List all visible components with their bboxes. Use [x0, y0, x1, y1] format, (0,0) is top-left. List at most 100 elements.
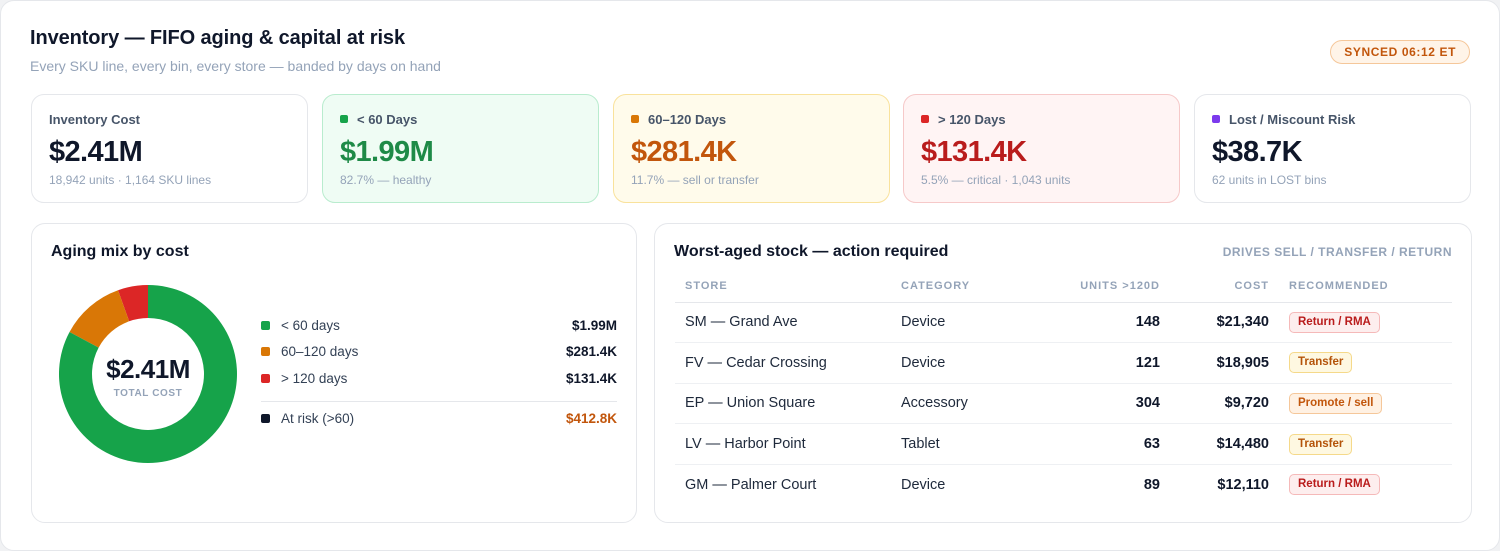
table-row[interactable]: LV — Harbor Point Tablet 63 $14,480 Tran…: [675, 423, 1452, 465]
kpi-value: $2.41M: [49, 136, 143, 168]
cost-cell: $12,110: [1217, 476, 1269, 493]
sync-status-badge: SYNCED 06:12 ET: [1330, 40, 1470, 64]
column-header-units[interactable]: UNITS >120D: [1041, 270, 1170, 303]
category-cell: Device: [891, 342, 1041, 384]
recommended-cell: Return / RMA: [1279, 464, 1452, 505]
worst-aged-stock-table: STORE CATEGORY UNITS >120D COST RECOMMEN…: [675, 270, 1452, 505]
legend-value: $412.8K: [565, 411, 617, 427]
table-header-row: STORE CATEGORY UNITS >120D COST RECOMMEN…: [675, 270, 1452, 303]
kpi-label-row: > 120 Days: [921, 111, 1162, 127]
action-badge-promote[interactable]: Promote / sell: [1289, 392, 1383, 414]
legend-swatch-icon: [261, 373, 270, 383]
cost-cell: $18,905: [1170, 342, 1279, 384]
kpi-subtext: 11.7% — sell or transfer: [631, 173, 759, 187]
units-cell: 304: [1041, 383, 1170, 425]
kpi-label: > 120 Days: [938, 111, 1006, 127]
units-cell: 63: [1041, 423, 1170, 465]
kpi-value: $281.4K: [631, 136, 737, 168]
store-cell: EP — Union Square: [675, 383, 891, 425]
legend-item: > 120 days $131.4K: [261, 365, 617, 392]
kpi-under-60-days[interactable]: < 60 Days $1.99M 82.7% — healthy: [322, 94, 599, 203]
page-subtitle: Every SKU line, every bin, every store —…: [30, 58, 441, 74]
legend-swatch-icon: [261, 414, 270, 424]
donut-total-label: TOTAL COST: [113, 387, 183, 399]
legend-at-risk: At risk (>60) $412.8K: [261, 406, 617, 433]
units-cell: 148: [1041, 302, 1170, 344]
kpi-label-row: Lost / Miscount Risk: [1212, 111, 1453, 127]
action-badge-return[interactable]: Return / RMA: [1289, 311, 1380, 333]
action-badge-transfer[interactable]: Transfer: [1289, 433, 1353, 455]
kpi-subtext: 82.7% — healthy: [340, 173, 432, 187]
cost-cell: $9,720: [1170, 383, 1279, 425]
legend-label: < 60 days: [281, 317, 340, 333]
dashboard-frame: Inventory — FIFO aging & capital at risk…: [0, 0, 1500, 551]
legend-label: 60–120 days: [281, 344, 359, 360]
kpi-row: Inventory Cost $2.41M 18,942 units · 1,1…: [31, 94, 1471, 203]
store-cell: FV — Cedar Crossing: [675, 342, 891, 384]
kpi-60-120-days[interactable]: 60–120 Days $281.4K 11.7% — sell or tran…: [613, 94, 890, 203]
donut-total-value: $2.41M: [106, 353, 190, 384]
recommended-cell: Return / RMA: [1279, 302, 1452, 344]
category-cell: Device: [901, 476, 946, 493]
page-header: Inventory — FIFO aging & capital at risk…: [30, 27, 1470, 77]
legend-value: $281.4K: [565, 344, 617, 360]
legend-item: < 60 days $1.99M: [261, 312, 617, 339]
page-title: Inventory — FIFO aging & capital at risk: [30, 27, 405, 49]
kpi-value: $38.7K: [1212, 136, 1303, 168]
units-cell: 121: [1041, 342, 1170, 384]
kpi-over-120-days[interactable]: > 120 Days $131.4K 5.5% — critical · 1,0…: [903, 94, 1180, 203]
cost-cell: $21,340: [1170, 302, 1279, 344]
table-row[interactable]: GM — Palmer Court Device 89 $12,110 Retu…: [675, 464, 1452, 505]
store-cell: LV — Harbor Point: [675, 423, 891, 465]
recommended-cell: Promote / sell: [1279, 383, 1452, 425]
recommended-cell: Transfer: [1279, 342, 1452, 384]
worst-aged-stock-panel: Worst-aged stock — action required DRIVE…: [654, 223, 1472, 523]
donut-center: $2.41M TOTAL COST: [58, 284, 238, 464]
kpi-subtext: 18,942 units · 1,164 SKU lines: [49, 173, 212, 187]
legend-value: $131.4K: [565, 370, 617, 386]
legend-label: At risk (>60): [281, 411, 355, 427]
green-dot-icon: [340, 115, 348, 123]
stock-panel-title: Worst-aged stock — action required: [674, 243, 949, 260]
table-row[interactable]: FV — Cedar Crossing Device 121 $18,905 T…: [675, 342, 1452, 384]
units-cell: 89: [1143, 476, 1160, 493]
legend-label: > 120 days: [281, 370, 348, 386]
action-badge-transfer[interactable]: Transfer: [1289, 352, 1353, 374]
legend-swatch-icon: [261, 347, 270, 357]
category-cell: Accessory: [891, 383, 1041, 425]
aging-mix-panel: Aging mix by cost $2.41M TOTAL COST < 60…: [31, 223, 637, 523]
kpi-value: $1.99M: [340, 136, 434, 168]
cost-cell: $14,480: [1170, 423, 1279, 465]
kpi-subtext: 5.5% — critical · 1,043 units: [921, 173, 1071, 187]
kpi-label: 60–120 Days: [648, 111, 727, 127]
store-cell: SM — Grand Ave: [675, 302, 891, 344]
column-header-category[interactable]: CATEGORY: [891, 270, 1041, 303]
aging-panel-title: Aging mix by cost: [51, 243, 189, 260]
stock-panel-tag: DRIVES SELL / TRANSFER / RETURN: [1222, 245, 1452, 259]
column-header-store[interactable]: STORE: [675, 270, 891, 303]
kpi-inventory-cost[interactable]: Inventory Cost $2.41M 18,942 units · 1,1…: [31, 94, 308, 203]
column-header-recommended[interactable]: RECOMMENDED: [1279, 270, 1452, 303]
legend-divider: [261, 400, 617, 402]
kpi-subtext: 62 units in LOST bins: [1212, 173, 1327, 187]
amber-dot-icon: [631, 115, 639, 123]
recommended-cell: Transfer: [1279, 423, 1452, 465]
kpi-label: Inventory Cost: [49, 111, 141, 127]
purple-dot-icon: [1212, 115, 1220, 123]
kpi-value: $131.4K: [921, 136, 1027, 168]
action-badge-return[interactable]: Return / RMA: [1289, 474, 1380, 496]
kpi-label: Lost / Miscount Risk: [1229, 111, 1356, 127]
red-dot-icon: [921, 115, 929, 123]
kpi-label-row: 60–120 Days: [631, 111, 872, 127]
kpi-label: < 60 Days: [357, 111, 418, 127]
kpi-label-row: < 60 Days: [340, 111, 581, 127]
legend-value: $1.99M: [571, 317, 617, 333]
kpi-lost-miscount-risk[interactable]: Lost / Miscount Risk $38.7K 62 units in …: [1194, 94, 1471, 203]
category-cell: Tablet: [891, 423, 1041, 465]
aging-legend: < 60 days $1.99M 60–120 days $281.4K > 1…: [261, 312, 617, 432]
table-row[interactable]: SM — Grand Ave Device 148 $21,340 Return…: [675, 302, 1452, 344]
store-cell: GM — Palmer Court: [685, 476, 817, 493]
table-row[interactable]: EP — Union Square Accessory 304 $9,720 P…: [675, 383, 1452, 425]
column-header-cost[interactable]: COST: [1170, 270, 1279, 303]
legend-item: 60–120 days $281.4K: [261, 339, 617, 366]
